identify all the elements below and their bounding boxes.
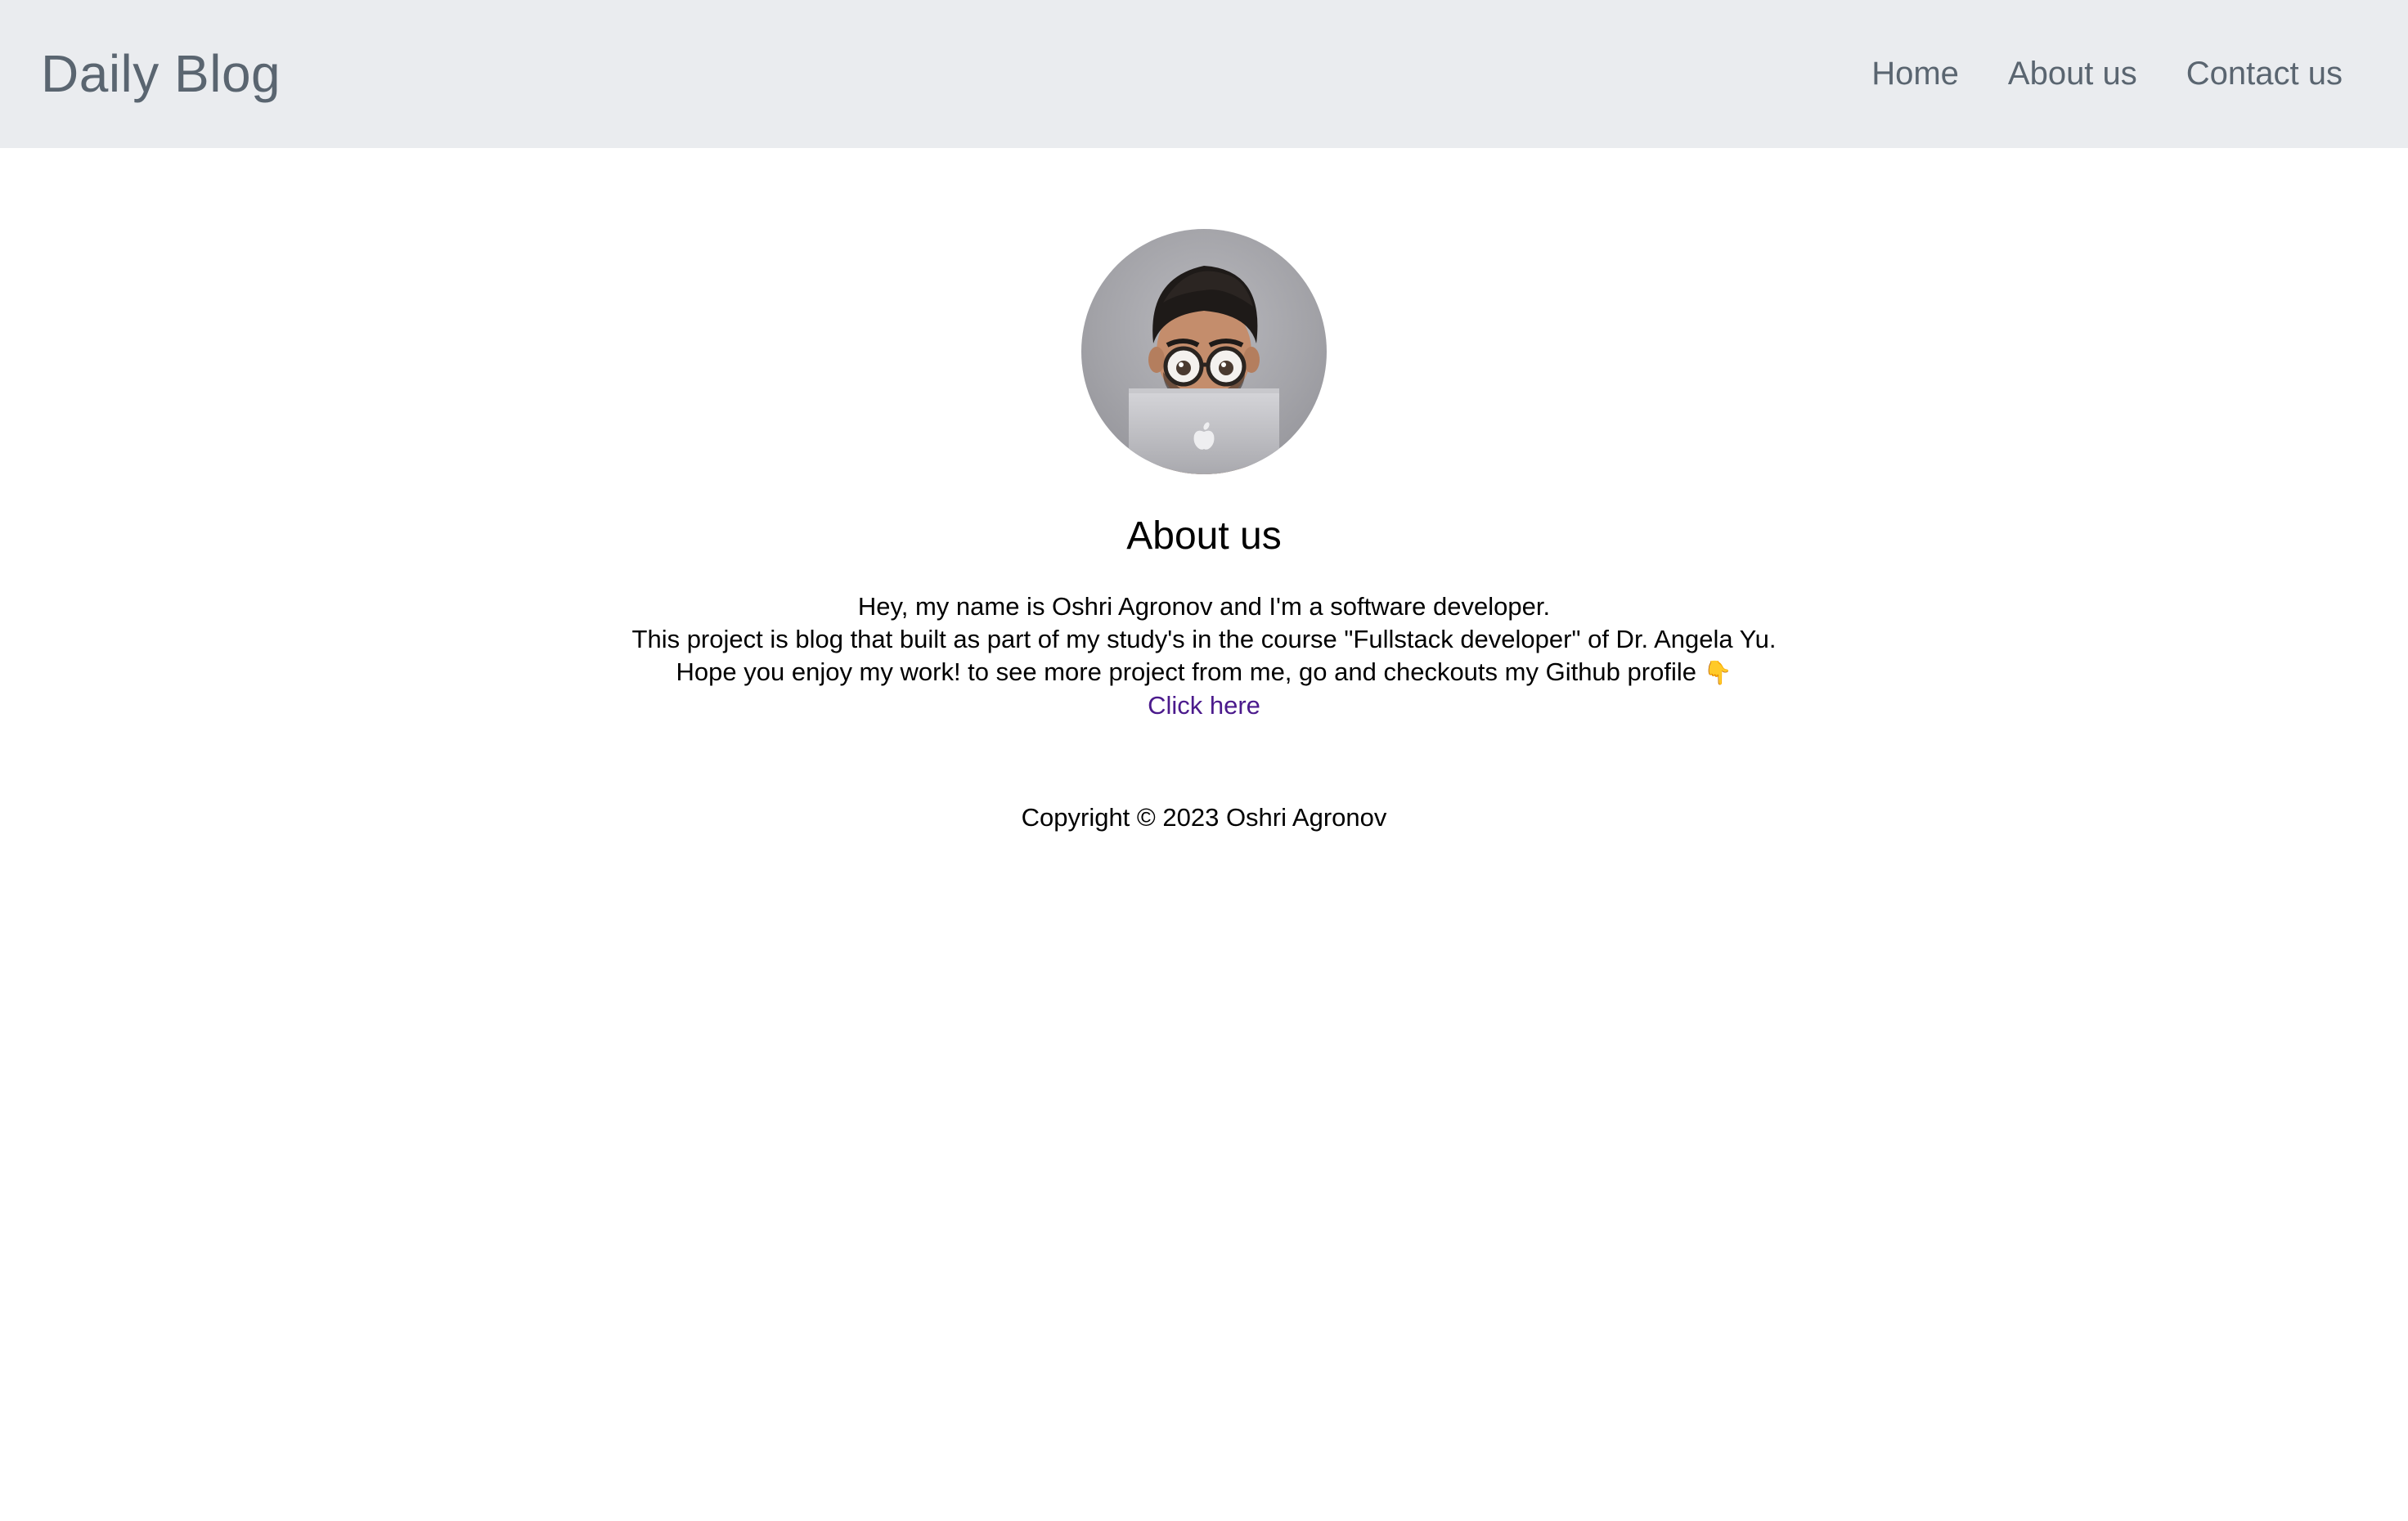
bio-line: This project is blog that built as part … xyxy=(631,625,1777,653)
github-profile-link[interactable]: Click here xyxy=(1148,691,1260,720)
page-title: About us xyxy=(1126,514,1282,558)
bio-line-with-emoji: Hope you enjoy my work! to see more proj… xyxy=(0,656,2408,689)
bio-line: Hey, my name is Oshri Agronov and I'm a … xyxy=(857,592,1551,621)
nav-link-home[interactable]: Home xyxy=(1871,49,1959,98)
nav-link-about[interactable]: About us xyxy=(2008,49,2137,98)
bio: Hey, my name is Oshri Agronov and I'm a … xyxy=(0,590,2408,722)
bio-line: Hope you enjoy my work! to see more proj… xyxy=(676,657,1696,686)
footer: Copyright © 2023 Oshri Agronov xyxy=(0,801,2408,834)
avatar xyxy=(1081,229,1327,474)
copyright-text: Copyright © 2023 Oshri Agronov xyxy=(1021,803,1387,832)
memoji-avatar-icon xyxy=(1129,266,1279,474)
navbar: Daily Blog Home About us Contact us xyxy=(0,0,2408,148)
pointing-down-icon: 👇 xyxy=(1703,660,1732,685)
nav-link-contact[interactable]: Contact us xyxy=(2186,49,2343,98)
brand-logo-link[interactable]: Daily Blog xyxy=(41,38,281,110)
nav-links: Home About us Contact us xyxy=(1871,49,2343,98)
